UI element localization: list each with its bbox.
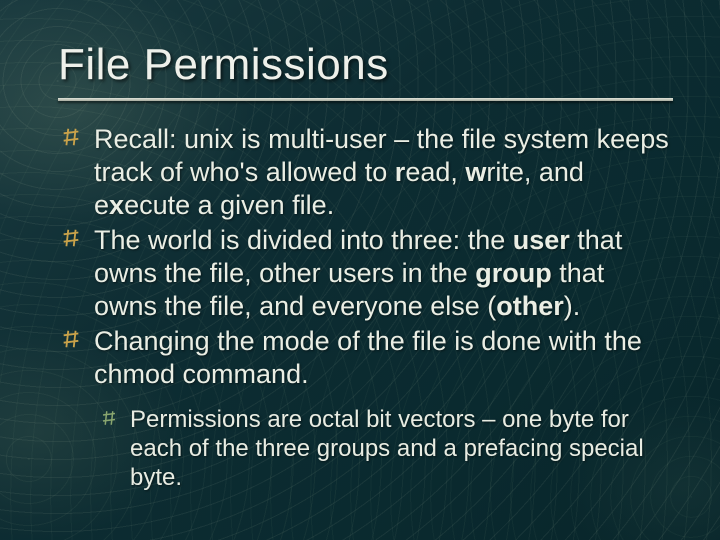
hash-bullet-icon [100,409,118,427]
hash-bullet-icon [60,227,82,249]
bullet-text: Changing the mode of the file is done wi… [94,326,642,389]
hash-bullet-icon [60,328,82,350]
bullet-item: Recall: unix is multi-user – the file sy… [94,123,670,222]
hash-bullet-icon [60,126,82,148]
bullet-item: The world is divided into three: the use… [94,224,670,323]
sub-bullet-text: Permissions are octal bit vectors – one … [130,406,644,492]
sub-bullet-list: Permissions are octal bit vectors – one … [94,405,670,493]
bullet-text: The world is divided into three: the use… [94,225,622,321]
bullet-item: Changing the mode of the file is done wi… [94,325,670,493]
bullet-list: Recall: unix is multi-user – the file sy… [58,123,670,492]
bullet-text: Recall: unix is multi-user – the file sy… [94,124,669,220]
title-underline [58,98,673,101]
slide-title: File Permissions [58,40,670,90]
sub-bullet-item: Permissions are octal bit vectors – one … [130,405,670,493]
slide-content: File Permissions Recall: unix is multi-u… [0,0,720,540]
